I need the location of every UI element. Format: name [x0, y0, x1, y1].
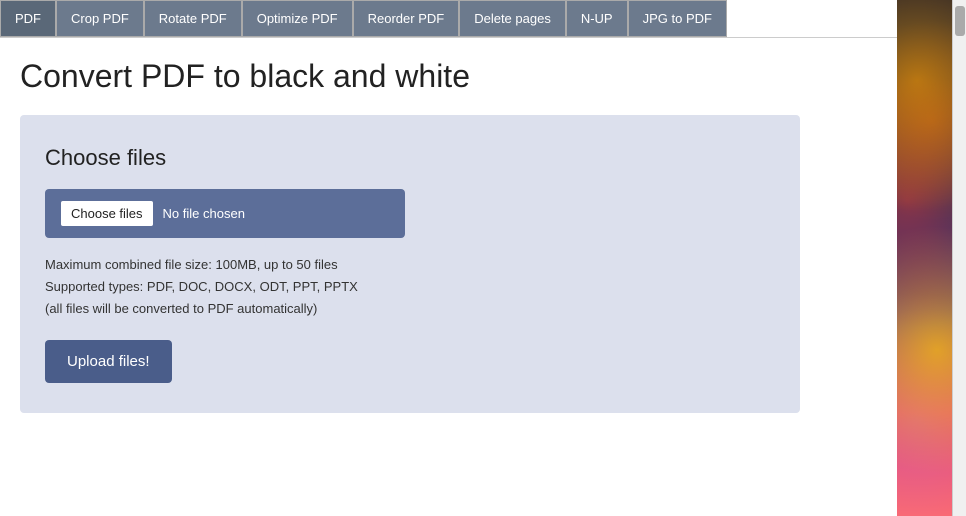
page-title: Convert PDF to black and white — [20, 58, 877, 95]
info-line-3: (all files will be converted to PDF auto… — [45, 298, 775, 320]
nav-item-crop-pdf[interactable]: Crop PDF — [56, 0, 144, 37]
upload-files-button[interactable]: Upload files! — [45, 340, 172, 383]
nav-item-delete-pages[interactable]: Delete pages — [459, 0, 566, 37]
info-line-1: Maximum combined file size: 100MB, up to… — [45, 254, 775, 276]
upload-section-title: Choose files — [45, 145, 775, 171]
no-file-label: No file chosen — [163, 206, 245, 221]
page-body: Convert PDF to black and white Choose fi… — [0, 38, 897, 516]
nav-item-rotate-pdf[interactable]: Rotate PDF — [144, 0, 242, 37]
info-line-2: Supported types: PDF, DOC, DOCX, ODT, PP… — [45, 276, 775, 298]
scrollbar[interactable] — [952, 0, 966, 516]
scrollbar-thumb[interactable] — [955, 6, 965, 36]
upload-box: Choose files Choose files No file chosen… — [20, 115, 800, 413]
nav-item-n-up[interactable]: N-UP — [566, 0, 628, 37]
file-info-text: Maximum combined file size: 100MB, up to… — [45, 254, 775, 320]
main-content: PDF Crop PDF Rotate PDF Optimize PDF Reo… — [0, 0, 897, 516]
choose-files-button[interactable]: Choose files — [61, 201, 153, 226]
sidebar-decorative-image — [897, 0, 952, 516]
file-input-wrapper: Choose files No file chosen — [45, 189, 405, 238]
nav-item-optimize-pdf[interactable]: Optimize PDF — [242, 0, 353, 37]
nav-bar: PDF Crop PDF Rotate PDF Optimize PDF Reo… — [0, 0, 897, 38]
nav-item-jpg-to-pdf[interactable]: JPG to PDF — [628, 0, 727, 37]
nav-item-pdf[interactable]: PDF — [0, 0, 56, 37]
nav-item-reorder-pdf[interactable]: Reorder PDF — [353, 0, 460, 37]
